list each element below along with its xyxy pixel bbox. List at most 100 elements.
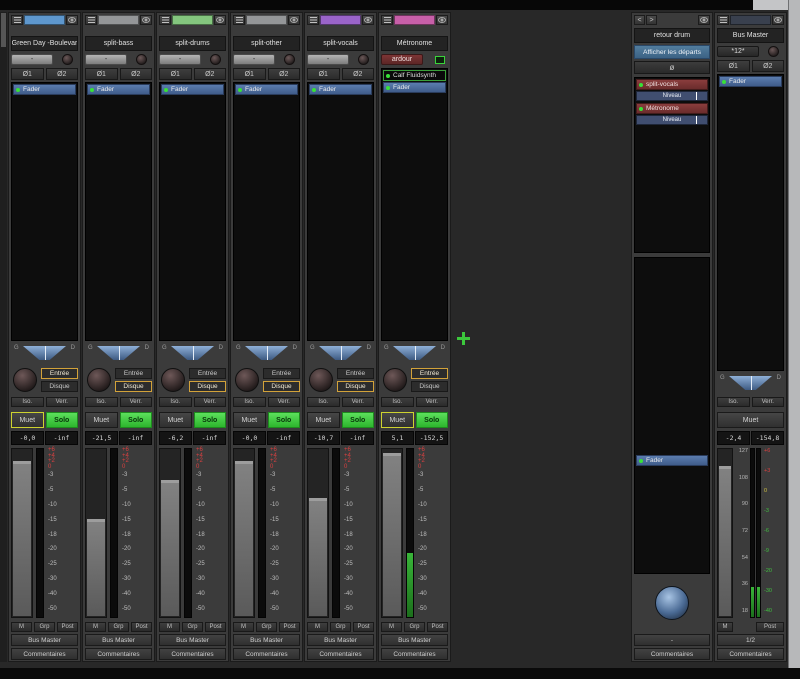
phase-2-button[interactable]: Ø2	[752, 60, 785, 72]
gain-display[interactable]: -6,2	[159, 431, 192, 445]
input-button[interactable]: *12*	[717, 46, 759, 57]
peak-display[interactable]: -inf	[45, 431, 78, 445]
mute-button[interactable]: Muet	[85, 412, 118, 428]
peak-display[interactable]: -inf	[341, 431, 374, 445]
scrollbar-thumb[interactable]	[1, 13, 6, 47]
phase-1-button[interactable]: Ø1	[233, 68, 266, 80]
monitor-input-button[interactable]: Entrée	[263, 368, 300, 379]
group-button[interactable]: Grp	[108, 622, 129, 632]
solo-button[interactable]: Solo	[342, 412, 375, 428]
meter-post-button[interactable]: Post	[353, 622, 374, 632]
trim-big-knob[interactable]	[87, 368, 111, 392]
gain-fader[interactable]	[307, 448, 329, 618]
group-button[interactable]: Grp	[182, 622, 203, 632]
fader-processor[interactable]: Fader	[87, 84, 150, 95]
pan-widget[interactable]	[97, 346, 140, 360]
solo-lock-button[interactable]: Verr.	[752, 397, 785, 407]
gain-fader[interactable]	[233, 448, 255, 618]
trim-knob[interactable]	[768, 46, 779, 57]
eye-icon[interactable]	[698, 15, 710, 25]
pan-widget[interactable]	[729, 376, 772, 390]
peak-display[interactable]: -inf	[267, 431, 300, 445]
processor-box[interactable]: Fader	[634, 257, 710, 574]
comments-button[interactable]: Commentaires	[85, 648, 152, 660]
send-level-fader[interactable]: Niveau	[636, 91, 708, 101]
solo-lock-button[interactable]: Verr.	[416, 397, 449, 407]
prev-strip-button[interactable]: <	[634, 15, 645, 25]
pan-widget[interactable]	[23, 346, 66, 360]
strips-scrollbar[interactable]	[0, 12, 7, 662]
fader-processor[interactable]: Fader	[13, 84, 76, 95]
processor-led[interactable]	[722, 80, 726, 84]
solo-iso-button[interactable]: Iso.	[11, 397, 44, 407]
input-button[interactable]: ardour	[381, 54, 423, 65]
input-button[interactable]: -	[11, 54, 53, 65]
phase-1-button[interactable]: Ø1	[717, 60, 750, 72]
fader-processor[interactable]: Fader	[383, 82, 446, 93]
sends-list[interactable]: split-vocalsNiveauMétronomeNiveau	[634, 77, 710, 253]
mute-button[interactable]: Muet	[307, 412, 340, 428]
metering-point-button[interactable]: M	[717, 622, 733, 632]
fader-processor[interactable]: Fader	[235, 84, 298, 95]
fader-processor[interactable]: Fader	[719, 76, 782, 87]
strip-menu-icon[interactable]	[381, 15, 393, 25]
mute-button[interactable]: Muet	[381, 412, 414, 428]
processor-led[interactable]	[386, 74, 390, 78]
output-button[interactable]: Bus Master	[233, 634, 300, 646]
solo-iso-button[interactable]: Iso.	[717, 397, 750, 407]
bus-name-button[interactable]: retour drum	[634, 28, 710, 43]
pan-widget[interactable]	[245, 346, 288, 360]
fader-processor[interactable]: Fader	[636, 455, 708, 466]
eye-icon[interactable]	[214, 15, 226, 25]
pan-widget[interactable]	[171, 346, 214, 360]
monitor-input-button[interactable]: Entrée	[115, 368, 152, 379]
solo-button[interactable]: Solo	[268, 412, 301, 428]
processor-box[interactable]: Fader	[307, 82, 374, 341]
trim-big-knob[interactable]	[161, 368, 185, 392]
peak-display[interactable]: -154,8	[751, 431, 784, 445]
output-button[interactable]: Bus Master	[85, 634, 152, 646]
meter-post-button[interactable]: Post	[427, 622, 448, 632]
gain-display[interactable]: -2,4	[717, 431, 750, 445]
strip-menu-icon[interactable]	[85, 15, 97, 25]
comments-button[interactable]: Commentaires	[717, 648, 784, 660]
eye-icon[interactable]	[436, 15, 448, 25]
output-button[interactable]: Bus Master	[159, 634, 226, 646]
strip-name-button[interactable]: split-other	[233, 36, 300, 51]
gain-fader[interactable]	[381, 448, 403, 618]
trim-big-knob[interactable]	[383, 368, 407, 392]
next-strip-button[interactable]: >	[646, 15, 657, 25]
mute-button[interactable]: Muet	[11, 412, 44, 428]
monitor-disk-button[interactable]: Disque	[189, 381, 226, 392]
monitor-input-button[interactable]: Entrée	[337, 368, 374, 379]
metering-point-button[interactable]: M	[307, 622, 328, 632]
solo-button[interactable]: Solo	[46, 412, 79, 428]
processor-box[interactable]: Fader	[85, 82, 152, 341]
strip-color-bar[interactable]	[730, 15, 771, 25]
gain-fader[interactable]	[717, 448, 733, 618]
solo-iso-button[interactable]: Iso.	[233, 397, 266, 407]
strip-menu-icon[interactable]	[307, 15, 319, 25]
eye-icon[interactable]	[772, 15, 784, 25]
input-button[interactable]: -	[233, 54, 275, 65]
trim-knob[interactable]	[358, 54, 369, 65]
strip-color-bar[interactable]	[172, 15, 213, 25]
comments-button[interactable]: Commentaires	[159, 648, 226, 660]
processor-box[interactable]: Fader	[233, 82, 300, 341]
phase-1-button[interactable]: Ø1	[11, 68, 44, 80]
processor-led[interactable]	[16, 88, 20, 92]
processor-led[interactable]	[164, 88, 168, 92]
gain-display[interactable]: 5,1	[381, 431, 414, 445]
trim-knob[interactable]	[62, 54, 73, 65]
output-button[interactable]: Bus Master	[11, 634, 78, 646]
monitor-disk-button[interactable]: Disque	[411, 381, 448, 392]
output-button[interactable]: 1/2	[717, 634, 784, 646]
solo-iso-button[interactable]: Iso.	[381, 397, 414, 407]
strip-color-bar[interactable]	[246, 15, 287, 25]
peak-display[interactable]: -inf	[119, 431, 152, 445]
metering-point-button[interactable]: M	[381, 622, 402, 632]
phase-2-button[interactable]: Ø2	[268, 68, 301, 80]
input-button[interactable]: -	[307, 54, 349, 65]
strip-name-button[interactable]: split-drums	[159, 36, 226, 51]
meter-post-button[interactable]: Post	[57, 622, 78, 632]
